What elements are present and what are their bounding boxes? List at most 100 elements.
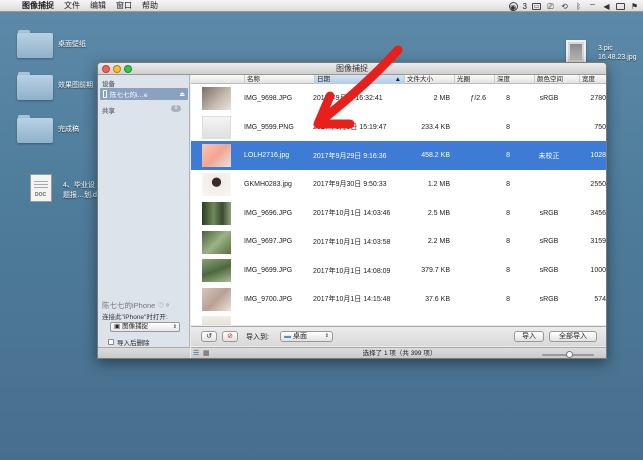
import-destination-value: 桌面 (292, 333, 307, 340)
menu-edit[interactable]: 编辑 (85, 0, 111, 11)
menu-app-name[interactable]: 图像捕捉 (17, 0, 59, 11)
minimize-window-button[interactable] (113, 65, 121, 73)
thumbnail-image (202, 259, 231, 283)
cell-colorspace: sRGB (539, 94, 559, 102)
thumbnail-image (202, 144, 231, 168)
table-row[interactable]: IMG_9599.PNG 2017年9月9日 15:19:47 233.4 KB… (191, 113, 606, 142)
zoom-window-button[interactable] (124, 65, 132, 73)
cell-aperture (454, 228, 486, 257)
cell-width: 574 (594, 295, 606, 303)
wifi-icon[interactable]: ⌔ (588, 2, 597, 11)
slider-knob[interactable] (566, 351, 573, 358)
window-titlebar[interactable]: 图像捕捉 (98, 63, 606, 75)
table-row[interactable]: IMG_9696.JPG 2017年10月1日 14:03:46 2.5 MB … (191, 199, 606, 228)
import-button[interactable]: 导入 (514, 331, 544, 342)
sidebar-device-iphone[interactable]: 陈七七的i…e ⏏ (100, 88, 188, 100)
table-row[interactable]: GKMH0283.jpg 2017年9月30日 9:50:33 1.2 MB 8… (191, 170, 606, 199)
cell-size: 2.2 MB (427, 238, 450, 246)
image-capture-app-icon: ▣ (114, 323, 121, 330)
eject-icon[interactable]: ⏏ (179, 91, 185, 98)
document-icon (34, 179, 48, 189)
column-width[interactable]: 宽度 (579, 75, 606, 84)
cell-depth: 8 (506, 94, 510, 102)
checkbox-box[interactable] (108, 339, 114, 345)
cell-name: IMG_9700.JPG (244, 295, 293, 303)
table-row[interactable]: IMG_9699.JPG 2017年10月1日 14:08:09 379.7 K… (191, 256, 606, 285)
cast-icon[interactable]: ⎚ (546, 2, 555, 11)
thumbnail-image (202, 230, 231, 254)
device-name: 陈七七的i…e (110, 92, 148, 99)
image-capture-window: 图像捕捉 设备 陈七七的i…e ⏏ 共享 0 陈七七的iPhone ♡ ᵉ 连接… (97, 62, 607, 359)
grid-view-icon[interactable]: ▦ (203, 348, 210, 358)
cell-aperture (454, 285, 486, 314)
iphone-icon (103, 90, 107, 98)
cell-size: 458.2 KB (421, 152, 450, 160)
select-arrows-icon: ⇕ (172, 324, 177, 330)
open-with-app-select[interactable]: ▣ 图像捕捉 ⇕ (110, 322, 180, 332)
column-aperture[interactable]: 光圈 (454, 75, 494, 84)
rotate-button[interactable]: ↺ (201, 331, 217, 342)
cell-name: IMG_9697.JPG (244, 238, 293, 246)
cell-name: LOLH2716.jpg (244, 152, 290, 160)
menu-extras: ◉ 3 ▭ ⎚ ⟲ ᛒ ⌔ ◀ ⚑ (508, 0, 639, 12)
menu-window[interactable]: 窗口 (111, 0, 137, 11)
cell-size: 37.6 KB (425, 295, 450, 303)
desktop-image-file[interactable] (566, 40, 586, 64)
menu-file[interactable]: 文件 (59, 0, 85, 11)
column-depth[interactable]: 深度 (494, 75, 534, 84)
cell-date: 2017年9月29日 9:16:36 (313, 152, 387, 160)
doc-type-tag: DOC (35, 192, 47, 198)
desktop-folder-renders[interactable] (17, 72, 53, 100)
table-row[interactable]: IMG_9700.JPG 2017年10月1日 14:15:48 37.6 KB… (191, 285, 606, 314)
desktop-folder-wallpaper[interactable] (17, 30, 53, 58)
cell-aperture (454, 170, 486, 199)
sidebar-footer (98, 347, 190, 358)
time-machine-icon[interactable]: ⟲ (560, 2, 569, 11)
cell-colorspace: sRGB (539, 295, 559, 303)
cell-width: 3159 (590, 238, 606, 246)
delete-after-import-checkbox[interactable]: 导入后删除 (108, 337, 150, 347)
cell-colorspace: sRGB (539, 267, 559, 275)
table-row-selected[interactable]: LOLH2716.jpg 2017年9月29日 9:16:36 458.2 KB… (191, 141, 606, 171)
select-arrows-icon: ⇕ (324, 333, 329, 339)
import-destination-select[interactable]: ▬ 桌面 ⇕ (280, 331, 333, 342)
thumbnail-size-slider[interactable] (542, 351, 594, 358)
volume-icon[interactable]: ◀ (602, 2, 611, 11)
table-row[interactable]: IMG_9697.JPG 2017年10月1日 14:03:58 2.2 MB … (191, 228, 606, 257)
cell-depth: 8 (506, 180, 510, 188)
status-app-icon[interactable]: ◉ (508, 1, 518, 12)
desktop-folder-final[interactable] (17, 115, 53, 143)
pic-label-line1: 3.pic (598, 45, 613, 52)
menu-help[interactable]: 帮助 (137, 0, 163, 11)
close-window-button[interactable] (102, 65, 110, 73)
cell-date: 2017年9月30日 9:50:33 (313, 181, 387, 189)
delete-after-import-label: 导入后删除 (117, 340, 150, 347)
cell-depth: 8 (506, 152, 510, 160)
desktop-doc-file[interactable]: DOC (30, 174, 52, 202)
cell-depth: 8 (506, 238, 510, 246)
column-date[interactable]: 日期 ▲ (314, 75, 404, 84)
window-icon[interactable]: ▭ (532, 2, 541, 10)
column-size[interactable]: 文件大小 (404, 75, 454, 84)
battery-icon[interactable] (616, 2, 625, 10)
column-colorspace[interactable]: 颜色空间 (534, 75, 579, 84)
list-view-icon[interactable]: ☰ (193, 348, 199, 358)
cell-name: GKMH0283.jpg (244, 180, 292, 188)
folder-icon: ▬ (284, 333, 291, 340)
cell-depth: 8 (506, 123, 510, 131)
delete-button[interactable]: ⊘ (222, 331, 238, 342)
sort-ascending-icon: ▲ (394, 76, 401, 83)
import-all-button[interactable]: 全部导入 (549, 331, 597, 342)
cell-size: 1.2 MB (427, 180, 450, 188)
column-name[interactable]: 名称 (244, 75, 314, 84)
table-row-partial[interactable] (191, 314, 606, 325)
cell-date: 2017年10月1日 14:08:09 (313, 267, 391, 275)
connect-prompt: 连接此"iPhone"时打开: (102, 314, 168, 321)
cell-name: IMG_9696.JPG (244, 209, 293, 217)
bluetooth-icon[interactable]: ᛒ (574, 2, 583, 11)
flag-icon[interactable]: ⚑ (630, 2, 639, 11)
cell-width: 1028 (590, 152, 606, 160)
thumbnail-image (202, 173, 231, 197)
open-with-app-value: 图像捕捉 (122, 323, 149, 330)
table-row[interactable]: IMG_9698.JPG 2017年9月日 16:32:41 2 MB ƒ/2.… (191, 84, 606, 113)
